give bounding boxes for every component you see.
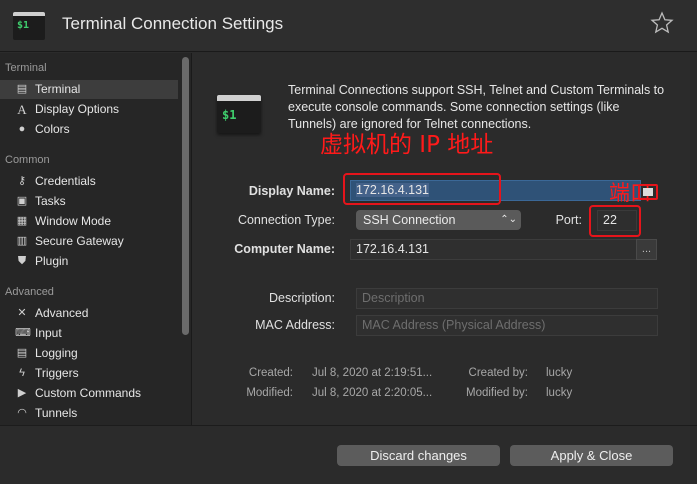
display-name-button[interactable] — [638, 184, 658, 200]
keyboard-icon: ⌨ — [15, 327, 31, 339]
sidebar-scrollbar[interactable] — [182, 57, 189, 335]
created-value: Jul 8, 2020 at 2:19:51... — [312, 367, 433, 379]
gateway-icon: ▥ — [16, 235, 28, 247]
updown-chevron-icon: ⌃⌄ — [500, 214, 517, 225]
description-input[interactable]: Description — [356, 288, 658, 309]
window-title: Terminal Connection Settings — [62, 14, 284, 33]
title-bar: $1 Terminal Connection Settings — [0, 0, 697, 52]
sidebar-item-credentials[interactable]: ⚷ Credentials — [0, 172, 178, 191]
computer-name-input[interactable]: 172.16.4.131 — [350, 239, 637, 260]
sidebar-item-display-options[interactable]: A Display Options — [0, 100, 178, 119]
commands-icon: ▶ — [17, 387, 27, 399]
connection-type-label: Connection Type: — [237, 213, 335, 227]
sidebar-item-plugin[interactable]: ⛊ Plugin — [0, 252, 178, 271]
settings-sidebar: Terminal ▤ Terminal A Display Options ● … — [0, 53, 192, 425]
annotation-box-ip — [343, 173, 501, 205]
terminal-icon: ▤ — [16, 83, 28, 95]
section-common: Common — [5, 154, 50, 166]
mac-address-label: MAC Address: — [255, 318, 335, 332]
tools-icon: ✕ — [17, 307, 27, 319]
tasks-icon: ▣ — [16, 195, 28, 207]
shield-icon: ⛊ — [17, 255, 27, 267]
sidebar-item-tunnels[interactable]: ◠ Tunnels — [0, 404, 178, 423]
sidebar-item-terminal[interactable]: ▤ Terminal — [0, 80, 178, 99]
sidebar-item-secure-gateway[interactable]: ▥ Secure Gateway — [0, 232, 178, 251]
annotation-box-port — [589, 205, 641, 237]
modified-by-label: Modified by: — [465, 387, 528, 399]
modified-label: Modified: — [246, 387, 293, 399]
annotation-vm-ip: 虚拟机的 IP 地址 — [320, 132, 494, 158]
created-by-label: Created by: — [468, 367, 528, 379]
log-icon: ▤ — [16, 347, 28, 359]
window-icon: ▦ — [16, 215, 28, 227]
sidebar-item-colors[interactable]: ● Colors — [0, 120, 178, 139]
footer-bar: Discard changes Apply & Close — [0, 425, 697, 484]
browse-computer-button[interactable]: ... — [636, 239, 657, 260]
sidebar-item-window-mode[interactable]: ▦ Window Mode — [0, 212, 178, 231]
settings-panel: $1 Terminal Connections support SSH, Tel… — [193, 53, 697, 425]
apply-close-button[interactable]: Apply & Close — [510, 445, 673, 466]
terminal-app-icon: $1 — [13, 12, 45, 40]
sidebar-item-tasks[interactable]: ▣ Tasks — [0, 192, 178, 211]
font-icon: A — [17, 102, 27, 117]
favorite-star-icon[interactable] — [650, 11, 674, 35]
sidebar-item-logging[interactable]: ▤ Logging — [0, 344, 178, 363]
section-terminal: Terminal — [5, 62, 47, 74]
sidebar-item-advanced[interactable]: ✕ Advanced — [0, 304, 178, 323]
palette-icon: ● — [18, 123, 26, 135]
terminal-connection-icon: $1 — [217, 95, 261, 133]
port-label: Port: — [555, 213, 582, 227]
key-icon: ⚷ — [17, 175, 27, 187]
created-by-value: lucky — [546, 367, 573, 379]
sidebar-item-custom-commands[interactable]: ▶ Custom Commands — [0, 384, 178, 403]
connection-type-select[interactable]: SSH Connection ⌃⌄ — [356, 210, 521, 230]
mac-address-input[interactable]: MAC Address (Physical Address) — [356, 315, 658, 336]
modified-value: Jul 8, 2020 at 2:20:05... — [312, 387, 433, 399]
description-label: Description: — [269, 291, 335, 305]
modified-by-value: lucky — [546, 387, 573, 399]
display-name-label: Display Name: — [248, 184, 335, 198]
discard-changes-button[interactable]: Discard changes — [337, 445, 500, 466]
section-advanced: Advanced — [5, 286, 54, 298]
computer-name-label: Computer Name: — [234, 242, 335, 256]
tunnel-icon: ◠ — [17, 407, 27, 419]
triggers-icon: ϟ — [19, 367, 25, 379]
sidebar-item-triggers[interactable]: ϟ Triggers — [0, 364, 178, 383]
created-label: Created: — [248, 367, 293, 379]
sidebar-item-input[interactable]: ⌨ Input — [0, 324, 178, 343]
